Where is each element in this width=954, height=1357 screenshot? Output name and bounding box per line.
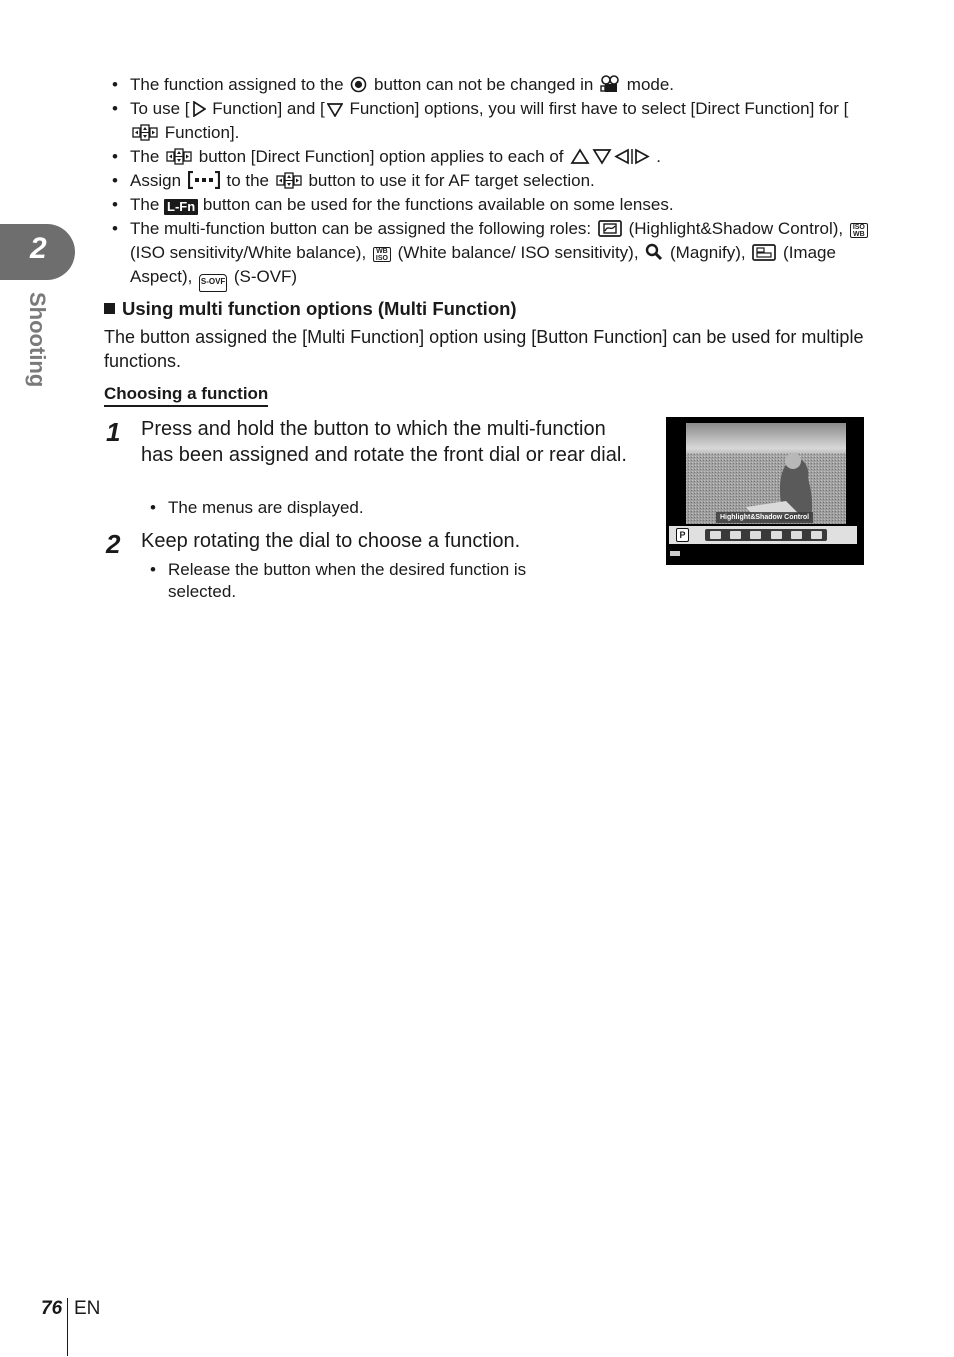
multi-function-bar: P <box>669 526 857 544</box>
image-aspect-icon <box>752 244 777 261</box>
highlight-shadow-icon <box>709 531 721 539</box>
icon-text: WB <box>853 231 865 238</box>
cross-pad-icon <box>132 124 158 141</box>
wb-iso-icon <box>750 531 762 539</box>
right-arrow-icon <box>192 101 206 117</box>
text: . <box>656 147 661 166</box>
text: The <box>130 195 165 214</box>
wb-iso-icon: WB ISO <box>372 247 391 262</box>
shooting-mode-badge: P <box>676 528 689 542</box>
cross-pad-icon <box>276 172 302 189</box>
movie-mode-icon <box>600 75 619 92</box>
page-number: 76 <box>41 1298 63 1319</box>
list-item: The function assigned to the button can … <box>112 73 872 97</box>
down-arrow-icon <box>326 103 343 117</box>
magnify-icon <box>770 531 782 539</box>
step-text: Press and hold the button to which the m… <box>141 418 627 466</box>
iso-wb-icon: ISO WB <box>849 223 868 238</box>
square-bullet-icon <box>104 303 115 314</box>
list-item: The button [Direct Function] option appl… <box>112 145 872 169</box>
text: mode. <box>622 75 675 94</box>
image-aspect-icon <box>790 531 802 539</box>
list-item: The L-Fn button can be used for the func… <box>112 193 872 217</box>
step-number: 1 <box>106 417 121 447</box>
step-text: Keep rotating the dial to choose a funct… <box>141 530 521 552</box>
battery-icon <box>670 551 680 556</box>
text: Assign <box>130 171 186 190</box>
text: to the <box>221 171 274 190</box>
chapter-label-text: Shooting <box>25 292 50 388</box>
footer-divider <box>67 1298 68 1356</box>
text: button can not be changed in <box>369 75 599 94</box>
text: The function assigned to the <box>130 75 349 94</box>
text: (White balance/ ISO sensitivity), <box>392 243 644 262</box>
highlight-shadow-icon <box>598 220 622 237</box>
text: To use [ <box>130 99 190 118</box>
list-item: The multi-function button can be assigne… <box>112 217 872 292</box>
subheading: Choosing a function <box>104 384 269 407</box>
list-item: To use [ Function] and [ Function] optio… <box>112 97 872 145</box>
text: Function] options, you will first have t… <box>344 99 849 118</box>
chapter-number: 2 <box>30 232 47 265</box>
chapter-tab: 2 <box>0 224 75 280</box>
s-ovf-icon: S-OVF <box>199 274 228 292</box>
magnify-icon <box>646 243 663 261</box>
text: Function]. <box>160 123 240 142</box>
function-icon-strip <box>705 529 827 541</box>
icon-text: ISO <box>375 255 388 262</box>
text: button to use it for AF target selection… <box>303 171 595 190</box>
text: (Magnify), <box>665 243 751 262</box>
notes-list: The function assigned to the button can … <box>112 73 872 292</box>
record-button-icon <box>351 76 367 93</box>
step-note: Release the button when the desired func… <box>150 559 588 603</box>
s-ovf-icon <box>811 531 823 539</box>
section-heading-text: Using multi function options (Multi Func… <box>122 298 517 319</box>
text: button can be used for the functions ava… <box>198 195 674 214</box>
text: button [Direct Function] option applies … <box>194 147 569 166</box>
list-item: Assign to the button to use it for AF ta… <box>112 169 872 193</box>
sample-photo <box>686 423 846 524</box>
text: (ISO sensitivity/White balance), <box>130 243 371 262</box>
text: The <box>130 147 165 166</box>
step-note: The menus are displayed. <box>150 497 364 519</box>
iso-wb-icon <box>729 531 741 539</box>
language-code: EN <box>74 1298 101 1319</box>
text: (S-OVF) <box>229 267 298 286</box>
icon-text: WB <box>376 248 388 255</box>
camera-screen-illustration: Highlight&Shadow Control P <box>666 417 864 565</box>
af-target-icon <box>187 171 220 189</box>
step-number: 2 <box>106 529 121 559</box>
selected-function-label: Highlight&Shadow Control <box>716 512 814 523</box>
cross-pad-icon <box>166 148 192 165</box>
text: The multi-function button can be assigne… <box>130 219 596 238</box>
chapter-label: Shooting <box>22 292 56 402</box>
text: (Highlight&Shadow Control), <box>623 219 848 238</box>
section-body: The button assigned the [Multi Function]… <box>104 327 864 371</box>
section-heading: Using multi function options (Multi Func… <box>104 298 517 320</box>
icon-text: ISO <box>852 224 865 231</box>
text: Function] and [ <box>207 99 325 118</box>
arrow-keys-icon <box>570 148 651 165</box>
lfn-icon: L-Fn <box>164 199 199 215</box>
